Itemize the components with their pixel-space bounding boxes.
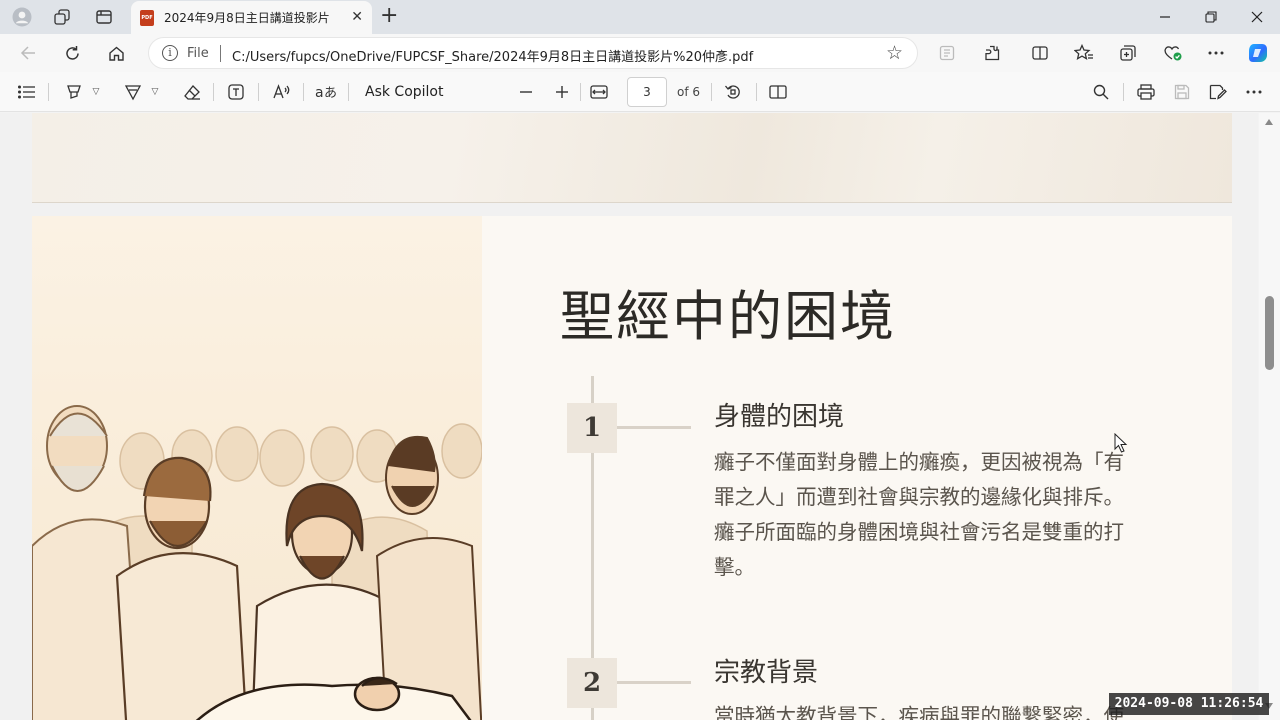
close-window-button[interactable] (1242, 6, 1272, 28)
toolbar-divider (711, 83, 712, 101)
site-info-icon[interactable]: i (162, 45, 178, 61)
toolbar-divider (348, 83, 349, 101)
step-1-body: 癱子不僅面對身體上的癱瘓，更因被視為「有 罪之人」而遭到社會與宗教的邊緣化與排斥… (714, 445, 1159, 585)
current-page: 聖經中的困境 1 身體的困境 癱子不僅面對身體上的癱瘓，更因被視為「有 罪之人」… (32, 216, 1232, 720)
refresh-button[interactable] (59, 41, 85, 65)
scrollbar-thumb[interactable] (1265, 296, 1274, 370)
pdf-viewer[interactable]: 聖經中的困境 1 身體的困境 癱子不僅面對身體上的癱瘓，更因被視為「有 罪之人」… (0, 113, 1258, 720)
step-2-heading: 宗教背景 (714, 658, 819, 688)
page-total-label: of 6 (677, 85, 701, 99)
draw-button[interactable]: ▽ (119, 81, 163, 103)
step-1-connector (617, 426, 691, 429)
slide-title: 聖經中的困境 (560, 285, 896, 348)
url-text[interactable]: C:/Users/fupcs/OneDrive/FUPCSF_Share/202… (232, 46, 753, 65)
page-number-input[interactable]: 3 (627, 77, 667, 107)
eraser-icon[interactable] (181, 81, 203, 103)
add-text-icon[interactable] (225, 81, 247, 103)
pdf-file-icon: PDF (140, 9, 154, 26)
scroll-up-arrow-icon[interactable] (1265, 119, 1273, 125)
extensions-icon[interactable] (979, 41, 1005, 65)
toolbar-divider (258, 83, 259, 101)
zoom-out-icon[interactable] (515, 81, 537, 103)
collections-icon[interactable] (1115, 41, 1141, 65)
step-1-body-line: 癱子所面臨的身體困境與社會污名是雙重的打 (714, 520, 1124, 544)
fit-to-width-icon[interactable] (588, 81, 610, 103)
step-2-connector (617, 681, 691, 684)
step-2-number: 2 (567, 658, 617, 708)
ask-copilot-button[interactable]: Ask Copilot (365, 84, 444, 100)
favorite-star-icon[interactable]: ☆ (886, 42, 903, 64)
mouse-cursor-icon (1114, 432, 1128, 457)
search-icon[interactable] (1090, 81, 1112, 103)
tab-title: 2024年9月8日主日講道投影片 仲彥 (164, 11, 334, 25)
svg-text:a: a (315, 85, 324, 100)
active-tab[interactable]: PDF 2024年9月8日主日講道投影片 仲彥 ✕ (131, 1, 372, 34)
toolbar-divider (303, 83, 304, 101)
toolbar-divider (213, 83, 214, 101)
toolbar-divider (580, 83, 581, 101)
vertical-scrollbar[interactable] (1259, 113, 1280, 720)
toolbar-divider (756, 83, 757, 101)
read-aloud-icon[interactable] (270, 81, 294, 103)
timestamp-overlay: 2024-09-08 11:26:54 (1109, 693, 1269, 715)
more-options-icon[interactable] (1243, 81, 1265, 103)
step-1-body-line: 罪之人」而遭到社會與宗教的邊緣化與排斥。 (714, 485, 1124, 509)
split-screen-icon[interactable] (1027, 41, 1053, 65)
url-scheme-label: File (187, 46, 209, 61)
address-bar-row: i File C:/Users/fupcs/OneDrive/FUPCSF_Sh… (0, 34, 1280, 72)
print-icon[interactable] (1135, 81, 1157, 103)
rotate-icon[interactable] (722, 81, 744, 103)
save-icon[interactable] (1171, 81, 1193, 103)
tab-actions-icon[interactable] (92, 6, 116, 28)
previous-page (32, 113, 1232, 203)
address-bar[interactable]: i File C:/Users/fupcs/OneDrive/FUPCSF_Sh… (148, 37, 918, 69)
highlight-button[interactable]: ▽ (60, 81, 104, 103)
pdf-toolbar: ▽ ▽ aあ Ask Copilot 3 of 6 (0, 72, 1280, 112)
page-view-icon[interactable] (767, 81, 789, 103)
zoom-in-icon[interactable] (551, 81, 573, 103)
chevron-down-icon[interactable]: ▽ (152, 87, 159, 97)
svg-text:あ: あ (324, 86, 337, 100)
close-tab-icon[interactable]: ✕ (351, 9, 363, 25)
minimize-button[interactable] (1150, 6, 1180, 28)
step-1-number: 1 (567, 403, 617, 453)
back-button[interactable] (15, 41, 41, 65)
toolbar-divider (1123, 83, 1124, 101)
step-1-body-line: 癱子不僅面對身體上的癱瘓，更因被視為「有 (714, 450, 1124, 474)
restore-button[interactable] (1196, 6, 1226, 28)
contents-icon[interactable] (16, 81, 38, 103)
home-button[interactable] (103, 41, 129, 65)
favorites-icon[interactable] (1071, 41, 1097, 65)
reading-view-icon[interactable] (934, 41, 960, 65)
more-menu-icon[interactable] (1203, 41, 1229, 65)
step-2-body: 當時猶太教背景下，疾病與罪的聯繫緊密，使 (714, 704, 1124, 720)
browser-essentials-icon[interactable] (1160, 41, 1186, 65)
address-divider (220, 45, 221, 62)
chevron-down-icon[interactable]: ▽ (93, 87, 100, 97)
translate-icon[interactable]: aあ (314, 81, 338, 103)
new-tab-button[interactable]: + (380, 5, 398, 27)
workspaces-icon[interactable] (50, 6, 74, 28)
illustration-jesus-and-crowd (32, 216, 482, 720)
step-1-body-line: 擊。 (714, 555, 755, 579)
copilot-icon[interactable] (1245, 41, 1271, 65)
save-as-icon[interactable] (1207, 81, 1229, 103)
toolbar-divider (48, 83, 49, 101)
step-1-heading: 身體的困境 (714, 402, 845, 432)
profile-avatar-icon[interactable] (10, 6, 34, 28)
tab-strip: PDF 2024年9月8日主日講道投影片 仲彥 ✕ + (0, 0, 1280, 34)
